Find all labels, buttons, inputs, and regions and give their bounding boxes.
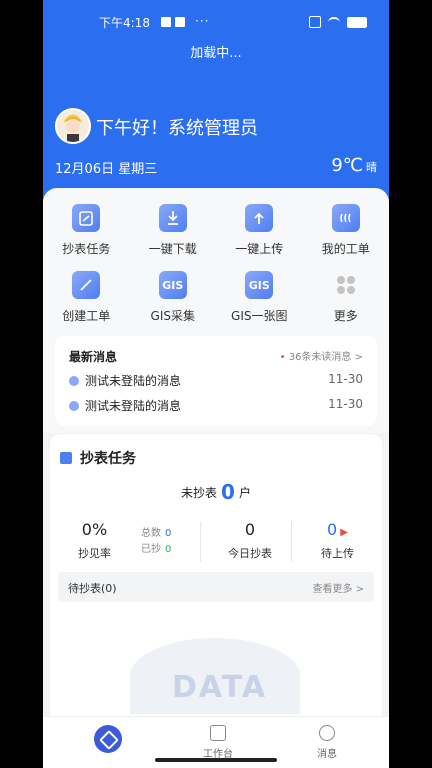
grid-item-gis-collect[interactable]: GIS GIS采集 [130, 271, 217, 324]
message-time: 11-30 [328, 372, 363, 386]
stat-to-upload[interactable]: 0 ▶ 待上传 [321, 520, 354, 561]
temperature: 9℃ [331, 155, 363, 176]
total-value: 0 [165, 528, 172, 539]
rate-label: 抄见率 [78, 547, 111, 560]
stat-today[interactable]: 0 今日抄表 [228, 520, 272, 561]
grid-item-label: 抄表任务 [62, 242, 111, 256]
weather: 9℃ 晴 [331, 155, 377, 176]
upload-icon [245, 204, 274, 232]
unread-unit: 户 [238, 486, 251, 500]
tab-messages[interactable]: 消息 [317, 725, 337, 760]
loading-text: 加载中... [190, 46, 242, 61]
task-stats: 0% 抄见率 总数 0 已抄 0 0 今日抄表 0 ▶ 待上传 [50, 520, 382, 570]
message-item[interactable]: 测试未登陆的消息 11-30 [69, 397, 363, 415]
unread-prefix: 未抄表 [181, 486, 218, 500]
grid-item-label: 一键下载 [148, 242, 197, 256]
meter-task-card: 抄表任务 未抄表 0 户 0% 抄见率 总数 0 已抄 0 0 今日抄表 0 ▶ 待上传 [50, 434, 382, 724]
unread-messages-link[interactable]: • 36条未读消息 > [280, 348, 363, 363]
view-more-link[interactable]: 查看更多 > [312, 580, 364, 595]
unread-dot-icon: • [279, 352, 286, 363]
grid-item-upload[interactable]: 一键上传 [216, 204, 303, 257]
grid-item-gis-map[interactable]: GIS GIS一张图 [216, 271, 303, 324]
more-grid-icon [332, 271, 360, 299]
gis-icon: GIS [158, 271, 187, 299]
done-label: 已抄 [141, 544, 161, 555]
weather-condition: 晴 [366, 161, 377, 174]
task-icon [60, 452, 72, 464]
stat-rate: 0% 抄见率 [78, 520, 111, 561]
bell-icon [69, 376, 79, 386]
done-row: 已抄 0 [141, 542, 171, 558]
message-time: 11-30 [328, 397, 363, 411]
battery-saver-icon [309, 16, 321, 28]
today-value: 0 [244, 520, 256, 539]
play-icon: ▶ [340, 527, 348, 538]
battery-icon [347, 16, 367, 28]
total-row: 总数 0 [141, 526, 171, 542]
tab-home[interactable] [94, 725, 122, 753]
avatar[interactable] [55, 108, 91, 144]
grid-item-create-ticket[interactable]: 创建工单 [43, 271, 130, 324]
rate-value: 0% [81, 520, 108, 539]
grid-item-label: 更多 [333, 309, 358, 323]
latest-messages-card: 最新消息 • 36条未读消息 > 测试未登陆的消息 11-30 测试未登陆的消息… [55, 336, 377, 426]
avatar-image [57, 110, 89, 142]
unread-number: 0 [221, 480, 235, 504]
status-time: 下午4:18 [99, 16, 150, 30]
grid-item-meter-task[interactable]: 抄表任务 [43, 204, 130, 257]
upload-number: 0 [327, 520, 338, 539]
grid-item-more[interactable]: 更多 [303, 271, 390, 324]
notification-icon [161, 17, 171, 27]
message-text: 测试未登陆的消息 [85, 399, 182, 413]
total-label: 总数 [141, 528, 161, 539]
notification-icon [175, 17, 185, 27]
upload-label: 待上传 [321, 547, 354, 560]
tab-label: 消息 [317, 749, 337, 760]
empty-state-illustration: DATA [130, 624, 300, 714]
divider [291, 522, 292, 562]
download-icon [158, 204, 187, 232]
status-bar: 下午4:18 ··· [43, 14, 389, 34]
app-screen: 下午4:18 ··· 加载中... 下午好！系统管理员 12月06日 星期三 9 [43, 0, 389, 768]
empty-data-text: DATA [172, 670, 268, 705]
greeting-text: 下午好！系统管理员 [96, 118, 258, 139]
grid-item-label: 创建工单 [62, 309, 111, 323]
unread-messages-text: 36条未读消息 > [288, 352, 363, 363]
status-icons [309, 16, 367, 28]
tab-workbench[interactable]: 工作台 [203, 725, 233, 760]
ticket-icon [331, 204, 360, 232]
grid-item-label: 我的工单 [321, 242, 370, 256]
done-value: 0 [165, 544, 172, 555]
clipboard-icon [72, 204, 101, 232]
gis-map-icon: GIS [245, 271, 274, 299]
date-text: 12月06日 星期三 [55, 162, 158, 177]
grid-item-my-tickets[interactable]: 我的工单 [303, 204, 390, 257]
task-title: 抄表任务 [60, 448, 136, 468]
upload-value: 0 ▶ [321, 520, 354, 539]
divider [200, 522, 201, 562]
more-status-icon: ··· [195, 14, 210, 28]
grid-item-label: GIS一张图 [231, 309, 288, 323]
unread-meter-count: 未抄表 0 户 [50, 480, 382, 504]
bell-icon [69, 401, 79, 411]
grid-item-label: GIS采集 [150, 309, 195, 323]
grid-item-label: 一键上传 [235, 242, 284, 256]
wifi-icon [328, 16, 340, 28]
messages-title: 最新消息 [69, 350, 118, 364]
quick-actions-grid: 抄表任务 一键下载 一键上传 我的工单 创建工单 GIS GIS采集 GIS G… [43, 204, 389, 324]
pending-meters-row[interactable]: 待抄表(0) 查看更多 > [58, 572, 374, 602]
pending-label: 待抄表(0) [68, 582, 117, 595]
gesture-handle[interactable] [155, 758, 277, 762]
stat-total-done: 总数 0 已抄 0 [141, 526, 171, 558]
grid-item-download[interactable]: 一键下载 [130, 204, 217, 257]
edit-icon [72, 271, 101, 299]
message-text: 测试未登陆的消息 [85, 374, 182, 388]
task-title-text: 抄表任务 [80, 451, 136, 467]
workbench-icon [210, 725, 226, 741]
message-item[interactable]: 测试未登陆的消息 11-30 [69, 372, 363, 390]
message-icon [319, 725, 335, 741]
today-label: 今日抄表 [228, 547, 272, 560]
